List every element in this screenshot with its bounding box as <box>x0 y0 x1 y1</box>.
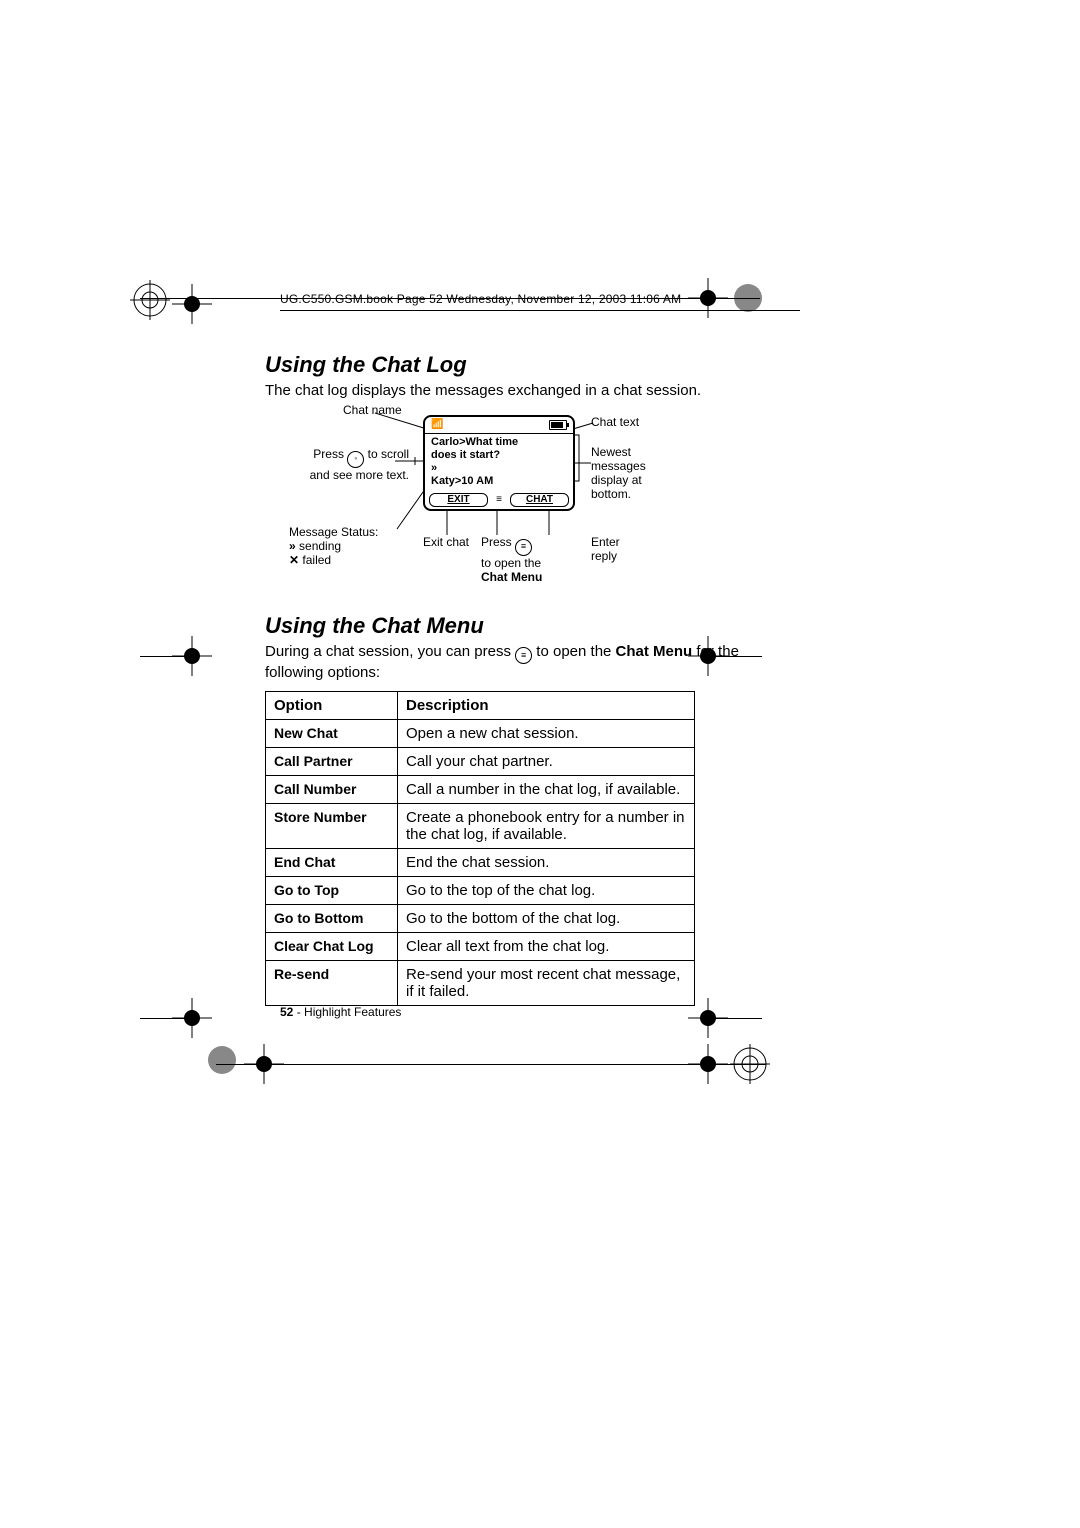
option-cell: Call Partner <box>266 747 398 775</box>
desc-cell: Create a phonebook entry for a number in… <box>398 803 695 848</box>
callout-scroll-pre: Press <box>313 447 347 461</box>
callout-chat-name: Chat name <box>343 403 402 417</box>
intro-mid: to open the <box>532 643 615 660</box>
page-footer: 52 - Highlight Features <box>280 1005 401 1019</box>
open-menu-post: to open the <box>481 556 541 570</box>
chat-line-3-text: Katy>10 AM <box>431 475 567 488</box>
page-header-rule <box>280 310 800 311</box>
callout-chat-text: Chat text <box>591 415 639 429</box>
table-row: Go to BottomGo to the bottom of the chat… <box>266 904 695 932</box>
desc-cell: Go to the top of the chat log. <box>398 876 695 904</box>
option-cell: End Chat <box>266 848 398 876</box>
table-row: New ChatOpen a new chat session. <box>266 719 695 747</box>
option-cell: Re-send <box>266 960 398 1005</box>
option-cell: Go to Top <box>266 876 398 904</box>
failed-icon: ✕ <box>289 553 299 567</box>
hairline-bot1 <box>140 1018 200 1019</box>
option-cell: Clear Chat Log <box>266 932 398 960</box>
softkey-chat: CHAT <box>510 493 569 507</box>
option-cell: Store Number <box>266 803 398 848</box>
nav-key-icon: ◦ <box>347 451 364 468</box>
callout-enter-reply: Enter reply <box>591 535 641 563</box>
page-header-line: UG.C550.GSM.book Page 52 Wednesday, Nove… <box>280 292 681 306</box>
table-row: Re-sendRe-send your most recent chat mes… <box>266 960 695 1005</box>
sending-prefix-icon: » <box>431 462 567 475</box>
col-option: Option <box>266 691 398 719</box>
desc-cell: Re-send your most recent chat message, i… <box>398 960 695 1005</box>
desc-cell: Clear all text from the chat log. <box>398 932 695 960</box>
desc-cell: Call a number in the chat log, if availa… <box>398 775 695 803</box>
status-sending: sending <box>299 539 341 553</box>
chat-log-text: Carlo>What time does it start? » Katy>10… <box>425 434 573 488</box>
option-cell: New Chat <box>266 719 398 747</box>
status-failed: failed <box>302 553 331 567</box>
chat-menu-intro: During a chat session, you can press ≡ t… <box>265 643 795 683</box>
status-bar: 📶 <box>425 417 573 434</box>
menu-key-inline-icon: ≡ <box>515 647 532 664</box>
softkey-exit: EXIT <box>429 493 488 507</box>
table-row: Clear Chat LogClear all text from the ch… <box>266 932 695 960</box>
phone-screen: 📶 Carlo>What time does it start? » Katy>… <box>423 415 575 511</box>
open-menu-pre: Press <box>481 535 515 549</box>
callout-newest: Newest messages display at bottom. <box>591 445 661 501</box>
desc-cell: End the chat session. <box>398 848 695 876</box>
callout-message-status: Message Status: » sending ✕ failed <box>289 525 378 567</box>
desc-cell: Call your chat partner. <box>398 747 695 775</box>
option-cell: Call Number <box>266 775 398 803</box>
hairline-bot2 <box>216 1064 766 1065</box>
callout-scroll-hint: Press ◦ to scroll and see more text. <box>309 447 409 482</box>
intro-pre: During a chat session, you can press <box>265 643 515 660</box>
callout-exit-chat: Exit chat <box>423 535 469 549</box>
hairline-mid <box>140 656 200 657</box>
chat-log-intro: The chat log displays the messages excha… <box>265 382 795 401</box>
options-table: Option Description New ChatOpen a new ch… <box>265 691 695 1006</box>
menu-key-circle-icon: ≡ <box>515 539 532 556</box>
signal-icon: 📶 <box>431 419 443 430</box>
table-row: Call PartnerCall your chat partner. <box>266 747 695 775</box>
hairline-bot1-r <box>702 1018 762 1019</box>
table-row: Call NumberCall a number in the chat log… <box>266 775 695 803</box>
footer-section: - Highlight Features <box>293 1005 401 1019</box>
desc-cell: Open a new chat session. <box>398 719 695 747</box>
battery-icon <box>549 420 567 430</box>
chat-line-2: does it start? <box>431 449 567 462</box>
chat-line-3: » Katy>10 AM <box>431 462 567 488</box>
table-row: End ChatEnd the chat session. <box>266 848 695 876</box>
open-menu-strong: Chat Menu <box>481 570 542 584</box>
registration-mark-top-left <box>130 280 170 320</box>
page-number: 52 <box>280 1005 293 1019</box>
callout-open-menu: Press ≡ to open the Chat Menu <box>481 535 561 584</box>
table-row: Go to TopGo to the top of the chat log. <box>266 876 695 904</box>
heading-using-chat-menu: Using the Chat Menu <box>265 613 795 639</box>
status-heading: Message Status: <box>289 525 378 539</box>
option-cell: Go to Bottom <box>266 904 398 932</box>
heading-using-chat-log: Using the Chat Log <box>265 352 795 378</box>
desc-cell: Go to the bottom of the chat log. <box>398 904 695 932</box>
intro-strong: Chat Menu <box>616 643 693 660</box>
menu-key-icon: ≡ <box>494 495 504 505</box>
table-row: Store NumberCreate a phonebook entry for… <box>266 803 695 848</box>
registration-mark-top-mid <box>172 284 212 324</box>
registration-disc-bl <box>202 1040 242 1080</box>
chat-log-diagram: Chat name Press ◦ to scroll and see more… <box>265 407 795 597</box>
chat-line-1: Carlo>What time <box>431 436 567 449</box>
sending-icon: » <box>289 539 296 553</box>
col-description: Description <box>398 691 695 719</box>
